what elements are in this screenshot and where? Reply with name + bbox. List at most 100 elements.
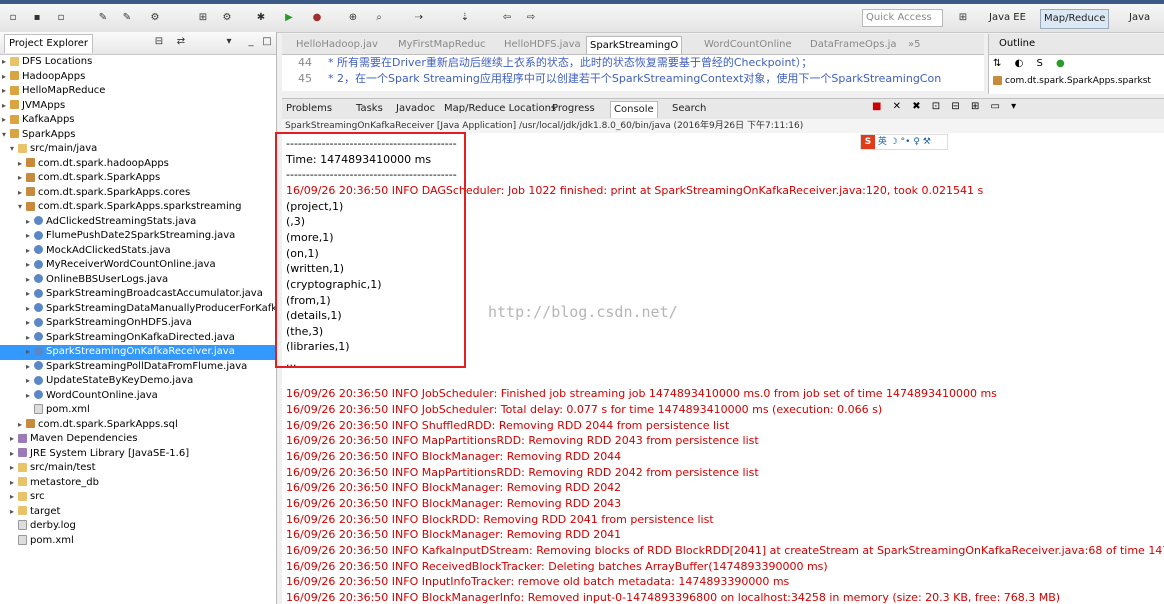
maximize-icon[interactable]: □ <box>260 35 274 49</box>
editor-tab[interactable]: WordCountOnline <box>704 36 792 53</box>
console-tab[interactable]: Javadoc <box>396 101 435 117</box>
console-tab[interactable]: Tasks <box>356 101 383 117</box>
hide-fields-icon[interactable]: ◐ <box>1015 58 1024 69</box>
minimize-icon[interactable]: _ <box>244 35 258 49</box>
outline-item[interactable]: com.dt.spark.SparkApps.sparkst <box>993 76 1151 86</box>
tree-item[interactable]: ▸ HelloMapReduce <box>0 84 276 99</box>
perspective-java[interactable]: Java <box>1126 9 1153 27</box>
tree-item[interactable]: ▾ SparkApps <box>0 128 276 143</box>
tree-item[interactable]: ▸ AdClickedStreamingStats.java <box>0 215 276 230</box>
chevron-down-icon[interactable]: ▾ <box>10 142 18 157</box>
tree-item[interactable]: ▸ HadoopApps <box>0 70 276 85</box>
tree-item[interactable]: ▸ MockAdClickedStats.java <box>0 244 276 259</box>
chevron-right-icon[interactable]: ▸ <box>26 331 34 346</box>
chevron-right-icon[interactable]: ▸ <box>26 287 34 302</box>
chevron-right-icon[interactable]: ▸ <box>26 244 34 259</box>
tree-item[interactable]: ▸ SparkStreamingBroadcastAccumulator.java <box>0 287 276 302</box>
tree-item[interactable]: ▸ JVMApps <box>0 99 276 114</box>
scroll-lock-icon[interactable]: ⊟ <box>951 101 959 112</box>
tree-item[interactable]: ▸ WordCountOnline.java <box>0 389 276 404</box>
tree-item[interactable]: ▸ SparkStreamingPollDataFromFlume.java <box>0 360 276 375</box>
chevron-right-icon[interactable]: ▸ <box>26 316 34 331</box>
perspective-java-ee[interactable]: Java EE <box>986 9 1029 27</box>
collapse-all-icon[interactable]: ⊟ <box>152 35 166 49</box>
tree-item[interactable]: ▸ KafkaApps <box>0 113 276 128</box>
editor-tab[interactable]: SparkStreamingO <box>586 36 683 54</box>
chevron-right-icon[interactable]: ▸ <box>10 432 18 447</box>
forward-icon[interactable]: ⇨ <box>524 11 538 25</box>
tree-item[interactable]: ▾ src/main/java <box>0 142 276 157</box>
console-output[interactable]: ----------------------------------------… <box>282 133 1164 604</box>
chevron-right-icon[interactable]: ▸ <box>26 374 34 389</box>
chevron-right-icon[interactable]: ▸ <box>18 157 26 172</box>
tree-item[interactable]: derby.log <box>0 519 276 534</box>
tree-item[interactable]: ▸ src/main/test <box>0 461 276 476</box>
ime-toolbar[interactable]: S 英 ☽ °• ♀ ⚒ <box>860 134 948 150</box>
debug-icon[interactable]: ✱ <box>254 11 268 25</box>
search-icon[interactable]: ⌕ <box>372 11 386 25</box>
chevron-right-icon[interactable]: ▸ <box>2 70 10 85</box>
tree-item[interactable]: ▸ Maven Dependencies <box>0 432 276 447</box>
quick-access-input[interactable]: Quick Access <box>862 9 943 27</box>
editor-tab[interactable]: HelloHDFS.java <box>504 36 581 53</box>
chevron-right-icon[interactable]: ▸ <box>26 215 34 230</box>
perspective-map-reduce[interactable]: Map/Reduce <box>1040 9 1110 29</box>
chevron-right-icon[interactable]: ▸ <box>26 273 34 288</box>
console-tab[interactable]: Map/Reduce Locations <box>444 101 556 117</box>
code-editor[interactable]: 44 * 所有需要在Driver重新启动后继续上衣系的状态，此时的状态恢复需要基于… <box>282 55 984 91</box>
tree-item[interactable]: ▸ SparkStreamingOnKafkaReceiver.java <box>0 345 276 360</box>
save-icon[interactable]: ▪ <box>30 11 44 25</box>
chevron-right-icon[interactable]: ▸ <box>26 360 34 375</box>
tool-icon[interactable]: ✎ <box>120 11 134 25</box>
tree-item[interactable]: pom.xml <box>0 534 276 549</box>
editor-tab[interactable]: »5 <box>908 36 920 53</box>
hide-static-icon[interactable]: S <box>1037 58 1043 69</box>
chevron-right-icon[interactable]: ▸ <box>10 476 18 491</box>
tree-item[interactable]: ▸ SparkStreamingDataManuallyProducerForKa… <box>0 302 276 317</box>
tool-icon[interactable]: ⚙ <box>220 11 234 25</box>
chevron-right-icon[interactable]: ▸ <box>26 258 34 273</box>
chevron-right-icon[interactable]: ▸ <box>2 55 10 70</box>
tool-icon[interactable]: ⊞ <box>196 11 210 25</box>
console-tab[interactable]: Problems <box>286 101 332 117</box>
remove-all-icon[interactable]: ✖ <box>912 101 920 112</box>
editor-tab[interactable]: MyFirstMapReduc <box>398 36 486 53</box>
tool-icon[interactable]: ✎ <box>96 11 110 25</box>
hide-nonpublic-icon[interactable]: ● <box>1056 58 1065 69</box>
clear-console-icon[interactable]: ⊡ <box>932 101 940 112</box>
new-icon[interactable]: ▫ <box>6 11 20 25</box>
tree-item[interactable]: ▸ SparkStreamingOnHDFS.java <box>0 316 276 331</box>
chevron-right-icon[interactable]: ▸ <box>2 99 10 114</box>
open-console-icon[interactable]: ▾ <box>1011 101 1016 112</box>
console-tab[interactable]: Search <box>672 101 706 117</box>
tool-icon[interactable]: ⚙ <box>148 11 162 25</box>
pin-console-icon[interactable]: ⊞ <box>971 101 979 112</box>
chevron-right-icon[interactable]: ▸ <box>10 447 18 462</box>
chevron-right-icon[interactable]: ▸ <box>26 302 34 317</box>
chevron-right-icon[interactable]: ▸ <box>18 418 26 433</box>
chevron-right-icon[interactable]: ▸ <box>2 84 10 99</box>
link-editor-icon[interactable]: ⇄ <box>174 35 188 49</box>
tree-item[interactable]: ▸ src <box>0 490 276 505</box>
tree-item[interactable]: ▸ com.dt.spark.SparkApps.sql <box>0 418 276 433</box>
tree-item[interactable]: ▸ com.dt.spark.hadoopApps <box>0 157 276 172</box>
tree-item[interactable]: ▾ com.dt.spark.SparkApps.sparkstreaming <box>0 200 276 215</box>
chevron-down-icon[interactable]: ▾ <box>2 128 10 143</box>
chevron-right-icon[interactable]: ▸ <box>18 186 26 201</box>
external-tools-icon[interactable]: ● <box>310 11 324 25</box>
chevron-right-icon[interactable]: ▸ <box>10 505 18 520</box>
tree-item[interactable]: ▸ UpdateStateByKeyDemo.java <box>0 374 276 389</box>
chevron-right-icon[interactable]: ▸ <box>18 171 26 186</box>
console-tab[interactable]: Progress <box>552 101 595 117</box>
tree-item[interactable]: ▸ JRE System Library [JavaSE-1.6] <box>0 447 276 462</box>
terminate-icon[interactable]: ■ <box>872 101 881 112</box>
tree-item[interactable]: pom.xml <box>0 403 276 418</box>
tree-item[interactable]: ▸ DFS Locations <box>0 55 276 70</box>
chevron-right-icon[interactable]: ▸ <box>26 345 34 360</box>
tree-item[interactable]: ▸ FlumePushDate2SparkStreaming.java <box>0 229 276 244</box>
tree-item[interactable]: ▸ OnlineBBSUserLogs.java <box>0 273 276 288</box>
tree-item[interactable]: ▸ metastore_db <box>0 476 276 491</box>
tree-item[interactable]: ▸ SparkStreamingOnKafkaDirected.java <box>0 331 276 346</box>
back-icon[interactable]: ⇦ <box>500 11 514 25</box>
remove-launch-icon[interactable]: ✕ <box>893 101 901 112</box>
